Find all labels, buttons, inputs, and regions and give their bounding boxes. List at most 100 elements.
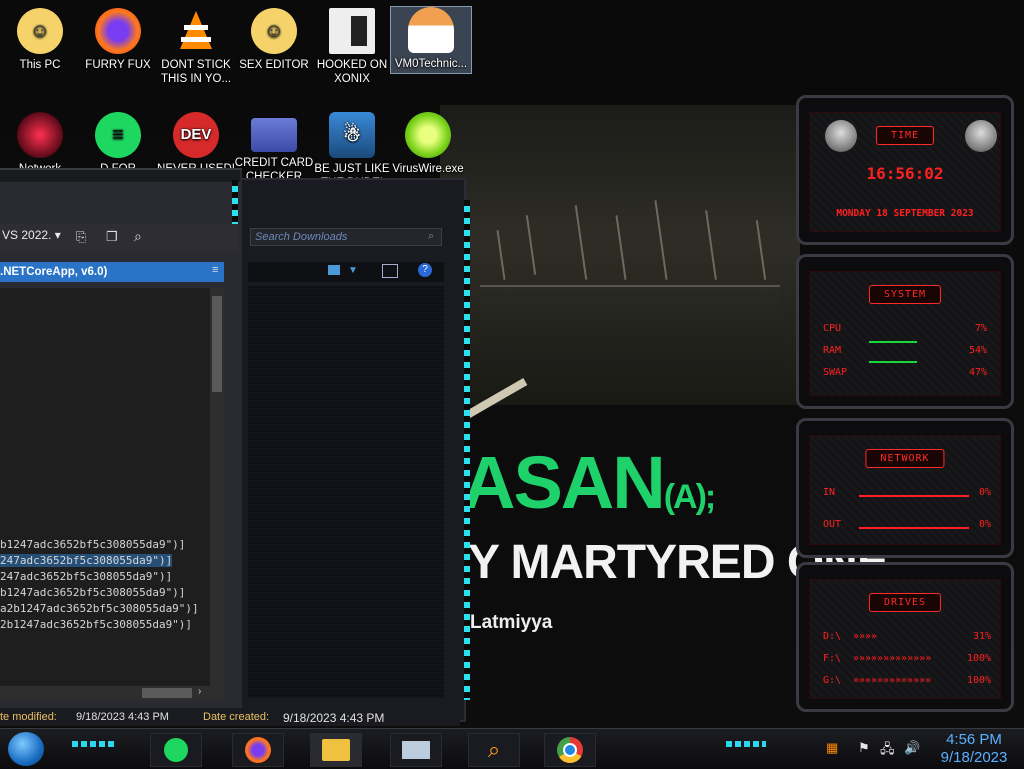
widget-title: SYSTEM xyxy=(868,285,942,304)
file-explorer-icon xyxy=(322,739,350,761)
taskbar-app-network[interactable] xyxy=(390,733,442,767)
gnome-icon: ☃ xyxy=(329,112,375,158)
volume-icon[interactable]: 🔊 xyxy=(904,740,920,756)
drive-d-label: D:\ xyxy=(823,631,842,642)
swap-label: SWAP xyxy=(823,367,848,378)
time-widget: TIME 16:56:02 MONDAY 18 SEPTEMBER 2023 xyxy=(796,95,1014,245)
anime-face-icon: ☺ xyxy=(251,8,297,54)
code-line: 2b1247adc3652bf5c308055da9")] xyxy=(0,618,193,631)
taskbar: ⌕ ▦ ⚑ 🖧 🔊 4:56 PM 9/18/2023 xyxy=(0,728,1024,769)
status-bar: te modified: 9/18/2023 4:43 PM Date crea… xyxy=(0,708,460,726)
code-line-selected: 247adc3652bf5c308055da9")] xyxy=(0,554,173,567)
taskbar-app-chrome[interactable] xyxy=(544,733,596,767)
alien-logo-icon xyxy=(825,120,857,152)
taskbar-accent xyxy=(72,741,116,747)
taskbar-clock[interactable]: 4:56 PM 9/18/2023 xyxy=(932,731,1016,767)
code-editor[interactable]: b1247adc3652bf5c308055da9")] 247adc3652b… xyxy=(0,288,210,686)
clock-date: 9/18/2023 xyxy=(940,749,1008,766)
search-input[interactable]: Search Downloads xyxy=(250,228,442,246)
modified-label: te modified: xyxy=(0,711,57,723)
wallpaper-credit: Latmiyya xyxy=(470,612,553,633)
help-icon[interactable]: ? xyxy=(418,263,432,277)
horizontal-scrollbar[interactable]: › xyxy=(0,686,224,700)
ram-graph xyxy=(869,361,917,363)
modified-value: 9/18/2023 4:43 PM xyxy=(76,711,169,723)
date-display: MONDAY 18 SEPTEMBER 2023 xyxy=(836,208,974,219)
network-icon xyxy=(17,112,63,158)
network-tray-icon[interactable]: 🖧 xyxy=(880,740,895,762)
drive-g-bar: »»»»»»»»»»»»» xyxy=(853,675,932,686)
copy-icon[interactable]: ❐ xyxy=(106,229,118,245)
clock-display: 16:56:02 xyxy=(866,164,944,183)
drive-f-label: F:\ xyxy=(823,653,842,664)
chevron-right-icon[interactable]: › xyxy=(198,686,201,697)
desktop-icon-vm0technic[interactable]: VM0Technic... xyxy=(390,6,472,74)
wallpaper-title: ASAN(A); xyxy=(462,441,716,524)
alien-logo-icon xyxy=(965,120,997,152)
desktop-icon-furry-fux[interactable]: FURRY FUX xyxy=(78,8,158,72)
preview-pane-icon[interactable] xyxy=(382,264,398,278)
window-frame-edge xyxy=(464,200,470,700)
vs-toolbar: VS 2022. ▾ ⎘ ❐ ⌕ xyxy=(0,224,238,252)
desktop-icon-viruswire[interactable]: VirusWire.exe xyxy=(388,112,468,176)
lime-icon xyxy=(405,112,451,158)
widget-title: DRIVES xyxy=(868,593,942,612)
tray-app-icon[interactable]: ▦ xyxy=(826,740,838,756)
desktop-icon-d-for[interactable]: ≡ D FOR xyxy=(78,112,158,176)
taskbar-app-file-explorer[interactable] xyxy=(310,733,362,767)
build-icon[interactable]: ⎘ xyxy=(76,229,86,245)
net-out-value: 0% xyxy=(979,519,992,530)
search-icon: ⌕ xyxy=(487,737,501,762)
net-in-graph xyxy=(859,495,969,497)
file-list-area[interactable] xyxy=(248,286,444,698)
drives-widget: DRIVES D:\ »»»» 31% F:\ »»»»»»»»»»»»» 10… xyxy=(796,562,1014,712)
wallpaper-calligraphy-cloth xyxy=(480,285,780,372)
search-icon[interactable]: ⌕ xyxy=(134,228,142,245)
chevron-down-icon[interactable]: ▼ xyxy=(348,265,358,276)
desktop-icon-sex-editor[interactable]: ☺ SEX EDITOR xyxy=(234,8,314,72)
window-titlebar xyxy=(0,170,240,182)
game-icon xyxy=(329,8,375,54)
taskbar-accent xyxy=(726,741,766,747)
desktop-icon-never-used[interactable]: DEV NEVER USED! xyxy=(156,112,236,176)
file-explorer-window[interactable]: Search Downloads ⌕ ▼ ? xyxy=(240,178,470,722)
chrome-icon xyxy=(557,737,583,763)
cpu-label: CPU xyxy=(823,323,842,334)
target-framework-tab[interactable]: .NETCoreApp, v6.0) xyxy=(0,262,224,282)
desktop-icon-hooked-on-xonix[interactable]: HOOKED ON XONIX xyxy=(312,8,392,86)
visual-studio-window[interactable]: VS 2022. ▾ ⎘ ❐ ⌕ .NETCoreApp, v6.0) ≡ b1… xyxy=(0,168,242,725)
firefox-icon xyxy=(95,8,141,54)
desktop-icon-credit-card-checker[interactable]: CREDIT CARD CHECKER xyxy=(234,112,314,184)
net-in-label: IN xyxy=(823,487,836,498)
desktop-icon-dont-stick[interactable]: DONT STICK THIS IN YO... xyxy=(156,8,236,86)
vertical-scrollbar[interactable] xyxy=(210,288,224,686)
net-out-graph xyxy=(859,527,969,529)
person-icon xyxy=(408,7,454,53)
taskbar-app-chat[interactable] xyxy=(150,733,202,767)
desktop-icon-this-pc[interactable]: ☺ This PC xyxy=(0,8,80,72)
drive-g-value: 100% xyxy=(967,675,992,686)
system-widget: SYSTEM CPU 7% RAM 54% SWAP 47% xyxy=(796,254,1014,409)
drive-d-bar: »»»» xyxy=(853,631,878,642)
cpu-graph xyxy=(869,341,917,343)
desktop-icon-network[interactable]: Network xyxy=(0,112,80,176)
view-icon[interactable] xyxy=(328,265,340,275)
computer-icon: ☺ xyxy=(17,8,63,54)
flag-icon[interactable]: ⚑ xyxy=(858,740,870,756)
vlc-icon xyxy=(173,8,219,54)
code-line: 247adc3652bf5c308055da9")] xyxy=(0,570,173,583)
drive-g-label: G:\ xyxy=(823,675,842,686)
search-icon[interactable]: ⌕ xyxy=(428,230,434,243)
tab-menu-icon[interactable]: ≡ xyxy=(212,264,218,276)
configuration-dropdown[interactable]: VS 2022. ▾ xyxy=(2,228,61,242)
taskbar-app-search[interactable]: ⌕ xyxy=(468,733,520,767)
scrollbar-thumb[interactable] xyxy=(142,688,192,698)
taskbar-app-firefox[interactable] xyxy=(232,733,284,767)
net-out-label: OUT xyxy=(823,519,842,530)
swap-value: 47% xyxy=(969,367,988,378)
ram-label: RAM xyxy=(823,345,842,356)
scrollbar-thumb[interactable] xyxy=(212,296,222,392)
start-button[interactable] xyxy=(8,732,44,766)
dev-icon: DEV xyxy=(173,112,219,158)
widget-title: TIME xyxy=(875,126,935,145)
